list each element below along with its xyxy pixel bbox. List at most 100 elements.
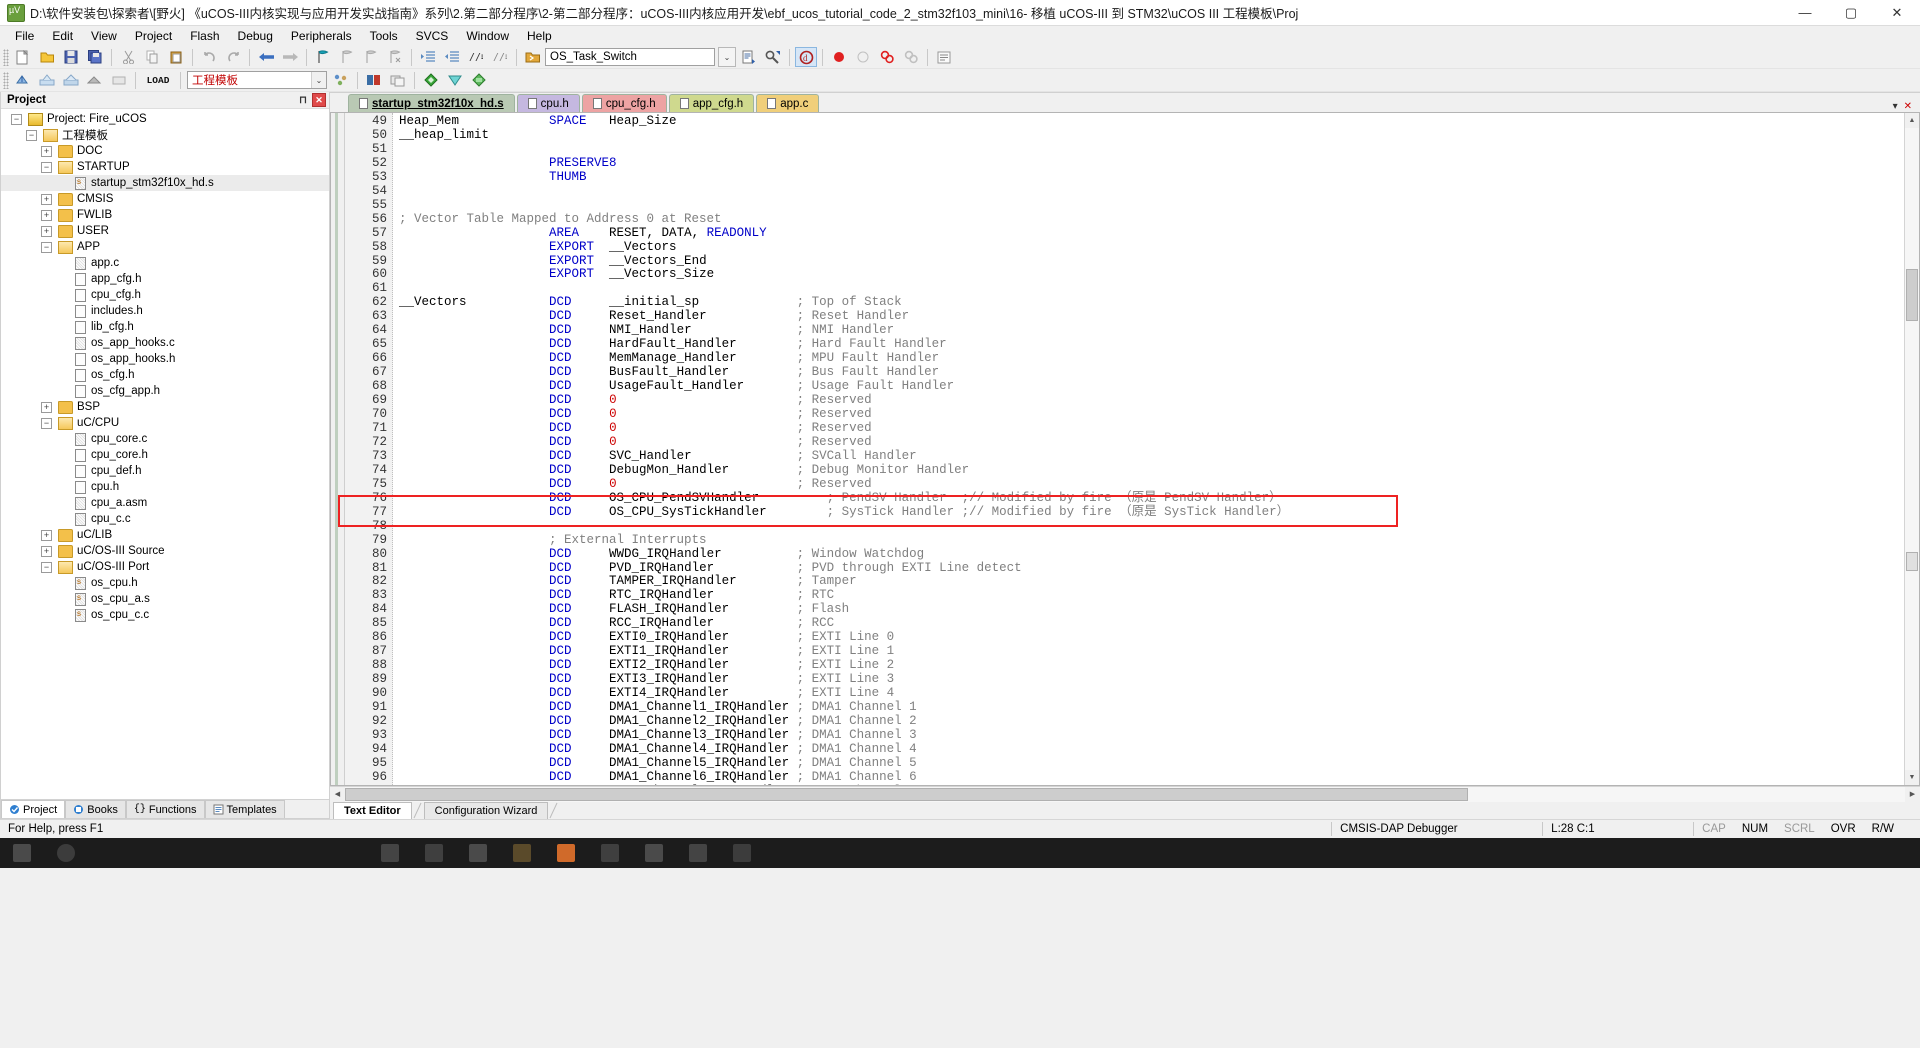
toolbar-grip-2[interactable] — [3, 71, 9, 89]
expand-toggle-icon[interactable]: + — [41, 401, 52, 413]
back-icon[interactable] — [255, 47, 277, 67]
tree-item-startup[interactable]: − STARTUP — [1, 159, 329, 175]
tree-item-os-cfg-h[interactable]: os_cfg.h — [1, 367, 329, 383]
taskbar-app-3-icon[interactable] — [456, 838, 500, 868]
disable-all-breakpoints-icon[interactable] — [900, 47, 922, 67]
tree-item-cmsis[interactable]: + CMSIS — [1, 191, 329, 207]
code-line[interactable]: EXPORT __Vectors — [399, 240, 1904, 255]
tree-item-uc-cpu[interactable]: − uC/CPU — [1, 415, 329, 431]
collapse-toggle-icon[interactable]: − — [41, 241, 52, 253]
code-line[interactable]: DCD 0 ; Reserved — [399, 435, 1904, 450]
code-line[interactable]: DCD 0 ; Reserved — [399, 407, 1904, 422]
save-icon[interactable] — [60, 47, 82, 67]
tabstrip-chevron-down-icon[interactable]: ▾ — [1893, 101, 1898, 112]
vscroll-thumb[interactable] — [1906, 269, 1918, 321]
editor-gutter[interactable] — [331, 113, 345, 785]
menu-help[interactable]: Help — [518, 27, 561, 45]
tree-item-lib-cfg-h[interactable]: lib_cfg.h — [1, 319, 329, 335]
code-line[interactable]: DCD DebugMon_Handler ; Debug Monitor Han… — [399, 463, 1904, 478]
menu-peripherals[interactable]: Peripherals — [282, 27, 361, 45]
code-line[interactable]: DCD DMA1_Channel5_IRQHandler ; DMA1 Chan… — [399, 756, 1904, 771]
scroll-left-icon[interactable]: ◀ — [330, 787, 345, 802]
code-line[interactable]: DCD EXTI3_IRQHandler ; EXTI Line 3 — [399, 672, 1904, 687]
code-line[interactable]: DCD EXTI2_IRQHandler ; EXTI Line 2 — [399, 658, 1904, 673]
taskbar-app-9-icon[interactable] — [720, 838, 764, 868]
tree-item-bsp[interactable]: + BSP — [1, 399, 329, 415]
collapse-toggle-icon[interactable]: − — [41, 561, 52, 573]
bookmark-clear-icon[interactable] — [384, 47, 406, 67]
tree-item-os-cpu-h[interactable]: os_cpu.h — [1, 575, 329, 591]
code-line[interactable] — [399, 520, 1904, 534]
menu-flash[interactable]: Flash — [181, 27, 228, 45]
editor-vertical-scrollbar[interactable]: ▲ ▼ — [1904, 113, 1919, 785]
disable-breakpoint-icon[interactable] — [852, 47, 874, 67]
taskbar-app-4-icon[interactable] — [500, 838, 544, 868]
find-in-files-icon[interactable] — [762, 47, 784, 67]
taskbar-start-icon[interactable] — [0, 838, 44, 868]
code-line[interactable]: ; Vector Table Mapped to Address 0 at Re… — [399, 212, 1904, 227]
code-line[interactable]: DCD EXTI4_IRQHandler ; EXTI Line 4 — [399, 686, 1904, 701]
vscroll-track[interactable] — [1905, 128, 1919, 770]
menu-svcs[interactable]: SVCS — [407, 27, 458, 45]
code-line[interactable]: DCD DMA1_Channel4_IRQHandler ; DMA1 Chan… — [399, 742, 1904, 757]
tree-item-project-fire-ucos[interactable]: − Project: Fire_uCOS — [1, 111, 329, 127]
code-line[interactable] — [399, 282, 1904, 296]
tree-item-cpu-cfg-h[interactable]: cpu_cfg.h — [1, 287, 329, 303]
tree-item-os-cpu-a-s[interactable]: os_cpu_a.s — [1, 591, 329, 607]
code-line[interactable]: DCD Reset_Handler ; Reset Handler — [399, 309, 1904, 324]
tree-item-os-cfg-app-h[interactable]: os_cfg_app.h — [1, 383, 329, 399]
expand-toggle-icon[interactable]: + — [41, 545, 52, 557]
taskbar-search-icon[interactable] — [44, 838, 88, 868]
tree-item-doc[interactable]: + DOC — [1, 143, 329, 159]
close-button[interactable]: ✕ — [1874, 0, 1920, 26]
tree-item-uc-os-iii-port[interactable]: − uC/OS-III Port — [1, 559, 329, 575]
tree-item-os-app-hooks-c[interactable]: os_app_hooks.c — [1, 335, 329, 351]
hscroll-track[interactable] — [345, 786, 1905, 802]
code-line[interactable]: DCD TAMPER_IRQHandler ; Tamper — [399, 574, 1904, 589]
tree-item-[interactable]: − 工程模板 — [1, 127, 329, 143]
debug-session-icon[interactable]: d — [795, 47, 817, 67]
batch-build-icon[interactable] — [84, 70, 106, 90]
editor-tab-cpu-cfg-h[interactable]: cpu_cfg.h — [581, 94, 667, 112]
tabstrip-close-icon[interactable]: ✕ — [1904, 101, 1912, 112]
menu-view[interactable]: View — [82, 27, 126, 45]
taskbar-app-1-icon[interactable] — [368, 838, 412, 868]
code-line[interactable]: DCD DMA1_Channel1_IRQHandler ; DMA1 Chan… — [399, 700, 1904, 715]
chevron-down-icon[interactable]: ⌄ — [311, 72, 326, 88]
code-line[interactable]: DCD MemManage_Handler ; MPU Fault Handle… — [399, 351, 1904, 366]
project-tree[interactable]: −Project: Fire_uCOS−工程模板+DOC−STARTUPstar… — [1, 109, 329, 799]
code-line[interactable]: AREA RESET, DATA, READONLY — [399, 226, 1904, 241]
insert-breakpoint-icon[interactable] — [828, 47, 850, 67]
code-line[interactable]: DCD DMA1_Channel3_IRQHandler ; DMA1 Chan… — [399, 728, 1904, 743]
code-line[interactable]: DCD UsageFault_Handler ; Usage Fault Han… — [399, 379, 1904, 394]
build-icon[interactable] — [36, 70, 58, 90]
code-line[interactable]: DCD DMA1_Channel2_IRQHandler ; DMA1 Chan… — [399, 714, 1904, 729]
uncomment-icon[interactable]: //≡ — [489, 47, 511, 67]
tree-item-includes-h[interactable]: includes.h — [1, 303, 329, 319]
hscroll-thumb[interactable] — [345, 787, 1469, 801]
code-editor[interactable]: 49 50 51 52 53 54 55 56 57 58 59 60 61 62 63 64 65 66 67 68… — [330, 112, 1920, 786]
target-options-icon[interactable] — [330, 70, 352, 90]
manage-components-icon[interactable] — [363, 70, 385, 90]
code-line[interactable]: EXPORT __Vectors_End — [399, 254, 1904, 269]
kill-breakpoints-icon[interactable] — [876, 47, 898, 67]
code-line[interactable]: __heap_limit — [399, 128, 1904, 143]
tree-item-cpu-c-c[interactable]: cpu_c.c — [1, 511, 329, 527]
code-line[interactable] — [399, 199, 1904, 213]
tree-item-user[interactable]: + USER — [1, 223, 329, 239]
menu-tools[interactable]: Tools — [361, 27, 407, 45]
code-line[interactable]: DCD DMA1_Channel6_IRQHandler ; DMA1 Chan… — [399, 770, 1904, 785]
code-line[interactable]: DCD NMI_Handler ; NMI Handler — [399, 323, 1904, 338]
tree-item-uc-os-iii-source[interactable]: + uC/OS-III Source — [1, 543, 329, 559]
code-line[interactable]: EXPORT __Vectors_Size — [399, 268, 1904, 282]
expand-toggle-icon[interactable]: + — [41, 145, 52, 157]
pack-installer-icon[interactable] — [387, 70, 409, 90]
tree-item-app-c[interactable]: app.c — [1, 255, 329, 271]
tree-item-fwlib[interactable]: + FWLIB — [1, 207, 329, 223]
tree-item-app-cfg-h[interactable]: app_cfg.h — [1, 271, 329, 287]
expand-toggle-icon[interactable]: + — [41, 225, 52, 237]
comment-icon[interactable]: //≡ — [465, 47, 487, 67]
pin-icon[interactable]: ⊓ — [296, 93, 310, 107]
function-combo-arrow[interactable]: ⌄ — [718, 47, 736, 67]
code-line[interactable]: DCD RTC_IRQHandler ; RTC — [399, 588, 1904, 603]
